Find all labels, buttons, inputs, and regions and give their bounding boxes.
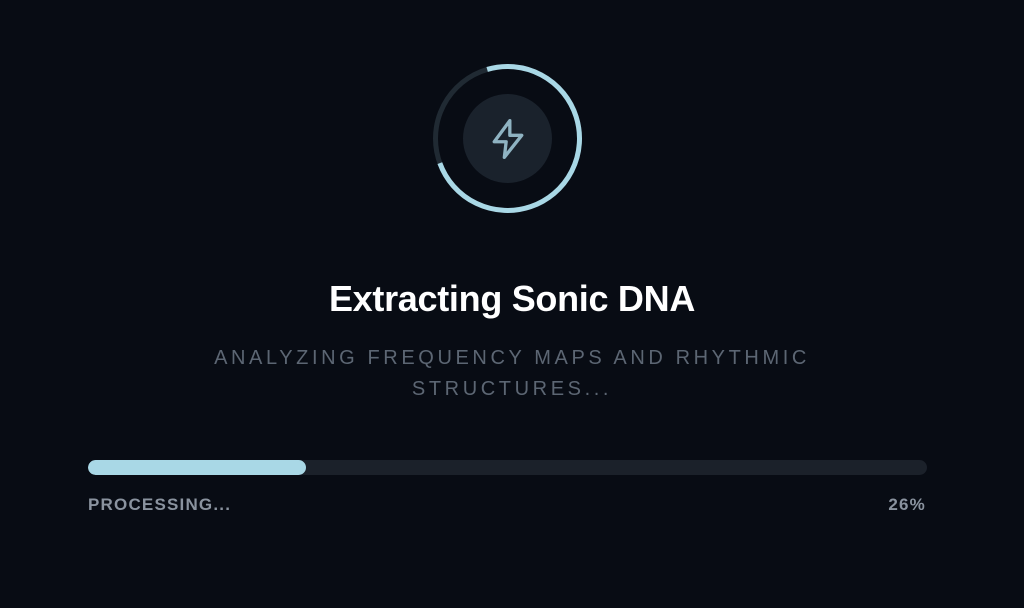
page-subtitle: ANALYZING FREQUENCY MAPS AND RHYTHMIC ST…: [214, 347, 810, 400]
processing-screen: Extracting Sonic DNA ANALYZING FREQUENCY…: [0, 0, 1024, 608]
icon-core: [463, 94, 552, 183]
lightning-bolt-icon: [492, 118, 523, 159]
page-title: Extracting Sonic DNA: [328, 278, 696, 319]
progress-ring: [432, 63, 583, 214]
percent-label: 26%: [888, 495, 926, 514]
progress-bar-fill: [88, 460, 307, 475]
progress-bar-track: [88, 460, 927, 475]
status-label: PROCESSING...: [88, 495, 232, 514]
